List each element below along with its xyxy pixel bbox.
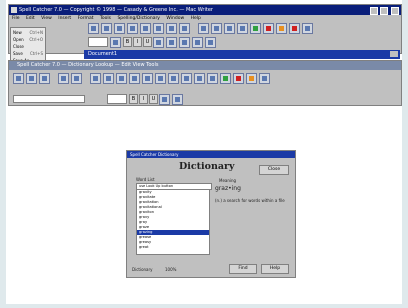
menu-view[interactable]: View — [41, 16, 52, 21]
new-icon[interactable] — [13, 72, 24, 84]
minimize-icon[interactable] — [369, 7, 378, 15]
redo-icon[interactable] — [211, 22, 222, 34]
align-left-icon[interactable] — [153, 36, 164, 48]
standard-toolbar — [88, 21, 315, 35]
chart-icon[interactable] — [194, 72, 205, 84]
highlight-icon[interactable] — [246, 72, 257, 84]
bullets-icon[interactable] — [192, 36, 203, 48]
open-icon[interactable] — [26, 72, 37, 84]
document-close-icon[interactable] — [390, 51, 398, 57]
list-item[interactable]: great — [137, 245, 209, 250]
open-icon[interactable] — [101, 22, 112, 34]
bold-button[interactable]: B — [123, 37, 132, 47]
file-menu-item[interactable]: Close — [13, 43, 43, 50]
style-dropdown[interactable] — [88, 37, 108, 47]
second-toolbar — [13, 71, 272, 85]
image-icon[interactable] — [181, 72, 192, 84]
underline-button[interactable]: U — [149, 94, 158, 104]
save-icon[interactable] — [39, 72, 50, 84]
word-list-label: Word List — [136, 177, 155, 182]
copy-icon[interactable] — [90, 72, 101, 84]
window-controls — [369, 7, 399, 15]
table-icon[interactable] — [224, 22, 235, 34]
redo-icon[interactable] — [129, 72, 140, 84]
copy-icon[interactable] — [166, 22, 177, 34]
document-titlebar: Document1 — [84, 50, 400, 59]
maximize-icon[interactable] — [380, 7, 389, 15]
spell-icon[interactable] — [207, 72, 218, 84]
status-percent: 100% — [165, 267, 177, 272]
new-icon[interactable] — [88, 22, 99, 34]
file-menu-item[interactable]: Save Ctrl+S — [13, 50, 43, 57]
flag-icon[interactable] — [289, 22, 300, 34]
check-icon[interactable] — [220, 72, 231, 84]
print-icon[interactable] — [58, 72, 69, 84]
table-icon[interactable] — [142, 72, 153, 84]
highlight-icon[interactable] — [276, 22, 287, 34]
undo-icon[interactable] — [198, 22, 209, 34]
menu-edit[interactable]: Edit — [26, 16, 35, 21]
definition-text: (n.) a search for words within a file — [215, 198, 285, 203]
delete-icon[interactable] — [263, 22, 274, 34]
font-size-field[interactable] — [107, 94, 127, 104]
second-app-window: Spell Catcher 7.0 — Dictionary Lookup — … — [8, 60, 402, 106]
cut-icon[interactable] — [71, 72, 82, 84]
app-titlebar: Spell Catcher 7.0 — Copyright © 1998 — C… — [9, 5, 401, 15]
paste-icon[interactable] — [103, 72, 114, 84]
menu-insert[interactable]: Insert — [58, 16, 71, 21]
dialog-heading: Dictionary — [179, 161, 235, 172]
second-titlebar: Spell Catcher 7.0 — Dictionary Lookup — … — [9, 61, 401, 70]
help-icon[interactable] — [302, 22, 313, 34]
word-icon[interactable] — [155, 72, 166, 84]
find-button[interactable]: Find — [229, 264, 257, 274]
second-window-title: Spell Catcher 7.0 — Dictionary Lookup — … — [17, 62, 159, 68]
dialog-titlebar: Spell Catcher Dictionary — [127, 151, 295, 158]
app-title: Spell Catcher 7.0 — Copyright © 1998 — C… — [19, 7, 213, 13]
align-center-icon[interactable] — [172, 93, 183, 105]
format-toolbar: B I U — [88, 35, 218, 49]
bold-button[interactable]: B — [129, 94, 138, 104]
second-format-row: B I U — [13, 93, 185, 105]
font-name-field[interactable] — [13, 95, 85, 103]
dictionary-dialog: Spell Catcher Dictionary Dictionary Clos… — [126, 150, 296, 278]
preview-icon[interactable] — [140, 22, 151, 34]
file-menu-item[interactable]: New Ctrl+N — [13, 29, 43, 36]
delete-icon[interactable] — [233, 72, 244, 84]
check-icon[interactable] — [250, 22, 261, 34]
numbering-icon[interactable] — [205, 36, 216, 48]
print-icon[interactable] — [127, 22, 138, 34]
help-button[interactable]: Help — [261, 264, 289, 274]
help-icon[interactable] — [259, 72, 270, 84]
close-icon[interactable] — [391, 7, 399, 15]
word-list[interactable]: gravity gravitate gravitation gravitatio… — [136, 189, 210, 255]
close-button[interactable]: Close — [259, 165, 289, 175]
definition-panel: graz•ing (n.) a search for words within … — [215, 181, 289, 249]
selected-word: graz•ing — [215, 185, 241, 192]
app-icon — [11, 7, 17, 13]
undo-icon[interactable] — [116, 72, 127, 84]
zoom-icon[interactable] — [168, 72, 179, 84]
underline-button[interactable]: U — [143, 37, 152, 47]
italic-button[interactable]: I — [133, 37, 142, 47]
desktop-edge-right — [402, 0, 408, 308]
desktop-edge-left — [0, 0, 6, 308]
align-left-icon[interactable] — [159, 93, 170, 105]
word-icon[interactable] — [237, 22, 248, 34]
status-label: Dictionary — [132, 267, 153, 272]
align-right-icon[interactable] — [179, 36, 190, 48]
indent-icon[interactable] — [110, 36, 121, 48]
menu-file[interactable]: File — [12, 16, 20, 21]
save-icon[interactable] — [114, 22, 125, 34]
document-title: Document1 — [88, 51, 118, 57]
file-menu-item[interactable]: Open Ctrl+O — [13, 36, 43, 43]
cut-icon[interactable] — [153, 22, 164, 34]
paste-icon[interactable] — [179, 22, 190, 34]
desktop-edge-bottom — [0, 304, 408, 308]
align-center-icon[interactable] — [166, 36, 177, 48]
italic-button[interactable]: I — [139, 94, 148, 104]
